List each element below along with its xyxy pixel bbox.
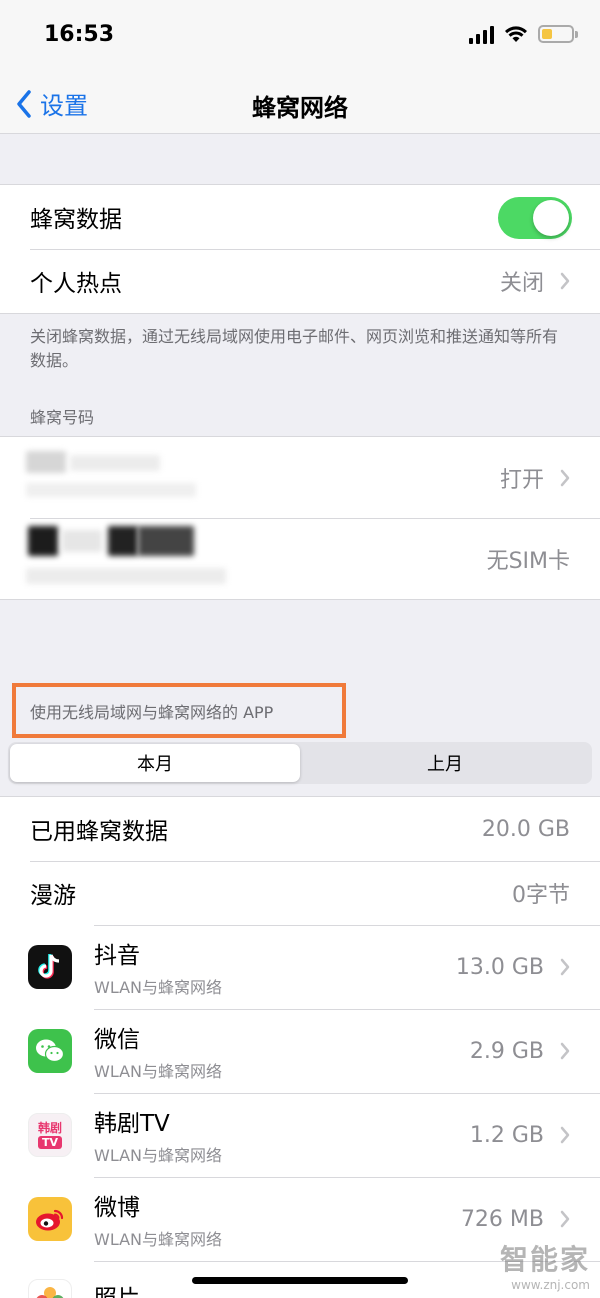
cellular-number-1-value: 打开 [499, 467, 544, 493]
hanju-tv-icon-text: 韩剧 [37, 1120, 62, 1135]
status-icons [469, 24, 578, 44]
app-text: 韩剧TV WLAN与蜂窝网络 [94, 1104, 222, 1166]
app-name: 韩剧TV [94, 1111, 170, 1137]
toggle-knob [533, 200, 569, 236]
personal-hotspot-row[interactable]: 个人热点 关闭 [0, 249, 600, 313]
redacted-number-image [62, 530, 102, 552]
app-usage-value: 13.0 GB [455, 954, 544, 980]
chevron-right-icon [560, 1126, 570, 1144]
cellular-data-label: 蜂窝数据 [30, 207, 122, 233]
chevron-right-icon [560, 958, 570, 976]
apps-section-header-label: 使用无线局域网与蜂窝网络的 APP [30, 702, 274, 722]
signal-icon [469, 24, 494, 44]
roaming-value: 0字节 [512, 883, 570, 908]
app-text: 照片 [94, 1279, 140, 1298]
redacted-number-image [70, 455, 160, 471]
app-text: 抖音 WLAN与蜂窝网络 [94, 936, 222, 998]
period-segmented-control: 本月 上月 [8, 742, 592, 784]
personal-hotspot-label: 个人热点 [30, 271, 122, 297]
app-row-wechat[interactable]: 微信 WLAN与蜂窝网络 2.9 GB [0, 1009, 600, 1093]
app-name: 微博 [94, 1195, 140, 1221]
redacted-number-image [138, 526, 194, 556]
app-name: 照片 [94, 1279, 140, 1298]
cellular-data-row: 蜂窝数据 [0, 185, 600, 249]
app-usage-value: 726 MB [460, 1206, 544, 1232]
app-subtitle: WLAN与蜂窝网络 [94, 1062, 223, 1081]
redacted-number-image [28, 526, 58, 556]
app-usage-group: 已用蜂窝数据 20.0 GB 漫游 0字节 抖音 WLAN与蜂窝网络 13.0 … [0, 796, 600, 1298]
redacted-number-image [26, 568, 226, 584]
cellular-numbers-group: 打开 无SIM卡 [0, 436, 600, 600]
chevron-right-icon [560, 1210, 570, 1228]
weibo-icon [28, 1197, 72, 1241]
used-cellular-data-value: 20.0 GB [481, 816, 570, 842]
chevron-right-icon [560, 469, 570, 486]
cellular-number-row-1[interactable]: 打开 [0, 437, 600, 518]
cellular-number-row-2[interactable]: 无SIM卡 [0, 518, 600, 599]
cellular-numbers-header: 蜂窝号码 [30, 408, 95, 427]
hanju-tv-icon: 韩剧 TV [28, 1113, 72, 1157]
chevron-right-icon [560, 1042, 570, 1060]
roaming-row: 漫游 0字节 [0, 861, 600, 925]
redacted-number-image [108, 526, 138, 556]
cellular-number-2-value: 无SIM卡 [486, 548, 570, 574]
photos-icon [28, 1279, 72, 1298]
battery-icon [538, 25, 578, 43]
app-row-douyin[interactable]: 抖音 WLAN与蜂窝网络 13.0 GB [0, 925, 600, 1009]
page-title: 蜂窝网络 [252, 94, 348, 122]
tab-last-month[interactable]: 上月 [300, 744, 590, 782]
wechat-icon [28, 1029, 72, 1073]
watermark-text: 智能家 [499, 1243, 590, 1276]
navigation-bar: 设置 蜂窝网络 [0, 72, 600, 134]
status-time: 16:53 [44, 22, 115, 47]
hanju-tv-icon-text-2: TV [37, 1135, 63, 1149]
app-text: 微信 WLAN与蜂窝网络 [94, 1020, 222, 1082]
apps-section-header: 使用无线局域网与蜂窝网络的 APP [12, 683, 346, 738]
app-row-hanju-tv[interactable]: 韩剧 TV 韩剧TV WLAN与蜂窝网络 1.2 GB [0, 1093, 600, 1177]
used-cellular-data-row: 已用蜂窝数据 20.0 GB [0, 797, 600, 861]
app-name: 微信 [94, 1027, 140, 1053]
roaming-label: 漫游 [30, 883, 76, 909]
watermark: 智能家 www.znj.com [500, 1238, 590, 1292]
app-subtitle: WLAN与蜂窝网络 [94, 1146, 223, 1165]
app-usage-value: 2.9 GB [469, 1038, 544, 1064]
status-bar: 16:53 [0, 0, 600, 72]
personal-hotspot-value: 关闭 [499, 271, 544, 296]
cellular-data-group: 蜂窝数据 个人热点 关闭 [0, 184, 600, 314]
app-subtitle: WLAN与蜂窝网络 [94, 1230, 223, 1249]
redacted-number-image [26, 451, 66, 473]
redacted-number-image [26, 483, 196, 497]
cellular-data-toggle[interactable] [498, 197, 572, 239]
app-text: 微博 WLAN与蜂窝网络 [94, 1188, 222, 1250]
used-cellular-data-label: 已用蜂窝数据 [30, 819, 168, 845]
tab-this-month[interactable]: 本月 [10, 744, 300, 782]
cellular-data-footnote: 关闭蜂窝数据，通过无线局域网使用电子邮件、网页浏览和推送通知等所有数据。 [30, 327, 559, 370]
app-usage-value: 1.2 GB [469, 1122, 544, 1148]
home-indicator[interactable] [192, 1277, 408, 1284]
app-subtitle: WLAN与蜂窝网络 [94, 978, 223, 997]
watermark-url: www.znj.com [511, 1278, 590, 1292]
app-name: 抖音 [94, 943, 140, 969]
douyin-icon [28, 945, 72, 989]
wifi-icon [505, 26, 527, 42]
chevron-right-icon [560, 272, 570, 290]
